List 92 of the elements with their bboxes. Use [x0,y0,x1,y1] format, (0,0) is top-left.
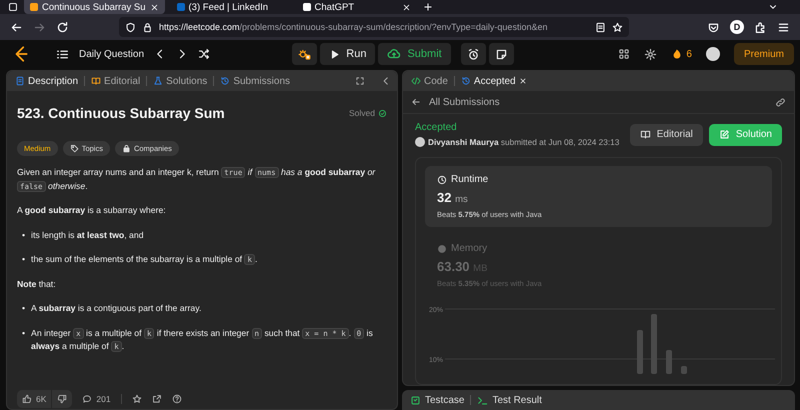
settings-icon[interactable] [644,48,658,60]
shield-icon [125,22,136,32]
reader-icon[interactable] [595,22,606,32]
link-icon[interactable] [775,96,786,108]
timer-button[interactable] [460,43,486,65]
list-item: its length is at least two, and [31,228,144,242]
check-icon [378,109,387,118]
alarm-icon [466,48,480,60]
flask-icon [153,76,164,86]
edit-icon [718,129,730,140]
panel-tab[interactable]: Submissions [218,76,292,86]
book-icon [91,76,102,86]
bug-icon [298,48,312,60]
share-icon[interactable] [152,394,162,404]
pocket-icon[interactable] [707,20,720,34]
panel-tab[interactable]: Description [13,76,80,86]
panel-tab[interactable]: Editorial [89,76,142,86]
list-icon[interactable] [56,48,69,60]
flame-icon [671,48,684,60]
close-icon[interactable] [402,2,411,12]
document-icon [15,76,25,86]
shuffle-icon[interactable] [198,48,210,60]
panel-tab[interactable]: Solutions [151,76,210,86]
metric-value: 32 ms [437,190,469,205]
histogram-bars-drawing [637,314,687,374]
site-icon [302,3,311,11]
panel-tab[interactable]: Accepted [458,76,529,86]
play-icon [329,48,340,60]
browser-tab[interactable]: (3) Feed | LinkedIn [170,0,291,14]
avatar[interactable] [706,47,720,61]
lock-icon [122,144,131,153]
premium-button[interactable]: Premium [734,43,794,65]
close-icon[interactable] [150,2,159,12]
streak-counter[interactable]: 6 [671,48,692,60]
thumbs-up-icon [22,394,32,404]
panel-tab[interactable]: Code [409,76,450,86]
submit-button[interactable]: Submit [378,43,451,65]
list-item: A subarray is a contiguous part of the array. [31,302,202,316]
note-icon [494,48,508,60]
bullet: • [22,228,26,242]
help-icon[interactable] [172,394,182,404]
problem-paragraph: A good subarray is a subarray where: [17,204,167,218]
history-icon [220,76,230,86]
bullet: • [22,302,26,316]
submission-info: Divyanshi Maurya submitted at Jun 08, 2024 23:13 [428,137,620,147]
code-icon [411,76,421,86]
star-icon[interactable] [132,394,142,404]
metric-title: Memory [451,243,488,254]
notes-button[interactable] [488,43,514,65]
thumbs-down-icon [57,394,68,404]
browser-tab[interactable]: Continuous Subarray Su [24,0,165,14]
cloud-upload-icon [387,47,402,61]
solved-status: Solved [349,107,387,120]
site-icon [30,3,38,11]
window-icon[interactable] [8,2,18,12]
profile-avatar[interactable]: D [730,20,744,34]
book-icon [640,129,651,140]
puzzle-icon[interactable] [754,20,767,34]
console-tab[interactable]: Testcase [410,394,464,406]
daily-question-link[interactable]: Daily Question [79,48,144,60]
terminal-icon [477,394,488,406]
layout-icon[interactable] [618,48,630,60]
tag-icon [70,144,79,153]
problem-title: 523. Continuous Subarray Sum [17,104,226,123]
metric-title: Runtime [451,174,488,185]
submission-status: Accepted [415,122,458,133]
site-icon [176,3,185,11]
bullet: • [22,326,26,340]
reload-icon[interactable] [56,20,69,34]
memory-icon [437,244,447,254]
checkbox-icon [410,394,421,406]
plus-icon[interactable] [422,2,433,12]
clock-icon [437,174,447,184]
browser-tab[interactable]: ChatGPT [296,0,417,14]
expand-icon[interactable] [355,76,365,86]
problem-paragraph: Note that: [17,278,57,291]
run-button[interactable]: Run [320,43,376,65]
back-icon[interactable] [411,97,421,107]
bullet: • [22,253,26,266]
address-bar[interactable]: https://leetcode.com/problems/continuous-subarray-sum/description/?envType=daily-question&en [119,17,629,37]
avatar [415,137,425,147]
debug-button[interactable] [292,43,318,65]
editorial-button[interactable]: Editorial [630,124,703,146]
menu-icon[interactable] [777,20,790,34]
forward-icon[interactable] [33,20,46,34]
back-icon[interactable] [10,20,23,34]
history-icon [460,76,471,86]
comment-icon [82,394,92,404]
console-tab[interactable]: Test Result [477,394,542,406]
lock-icon [142,22,153,32]
all-submissions-link[interactable]: All Submissions [429,96,500,108]
comments-button[interactable]: 201 [82,394,111,404]
